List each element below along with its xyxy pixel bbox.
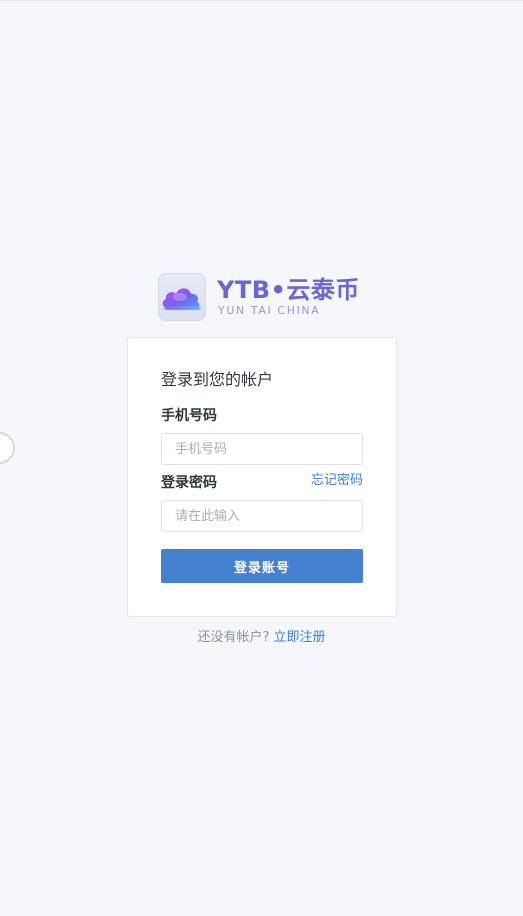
phone-input[interactable]	[161, 433, 363, 465]
brand-logo: YTB•云泰币 YUN TAI CHINA	[158, 273, 368, 321]
cloud-icon	[158, 273, 206, 321]
register-link[interactable]: 立即注册	[274, 630, 326, 645]
password-label: 登录密码	[161, 475, 217, 491]
password-input[interactable]	[161, 500, 363, 532]
brand-subtitle: YUN TAI CHINA	[218, 304, 321, 317]
register-prompt-text: 还没有帐户?	[197, 630, 270, 645]
login-page: YTB•云泰币 YUN TAI CHINA 登录到您的帐户 手机号码 登录密码 …	[0, 0, 523, 916]
brand-title: YTB•云泰币	[217, 276, 360, 304]
login-title: 登录到您的帐户	[161, 370, 274, 389]
side-drawer-handle[interactable]	[0, 432, 15, 464]
login-button[interactable]: 登录账号	[161, 549, 363, 583]
register-prompt: 还没有帐户? 立即注册	[0, 628, 523, 648]
login-card: 登录到您的帐户 手机号码 登录密码 忘记密码 登录账号	[127, 337, 397, 617]
forgot-password-link[interactable]: 忘记密码	[311, 471, 363, 491]
phone-label: 手机号码	[161, 408, 217, 424]
